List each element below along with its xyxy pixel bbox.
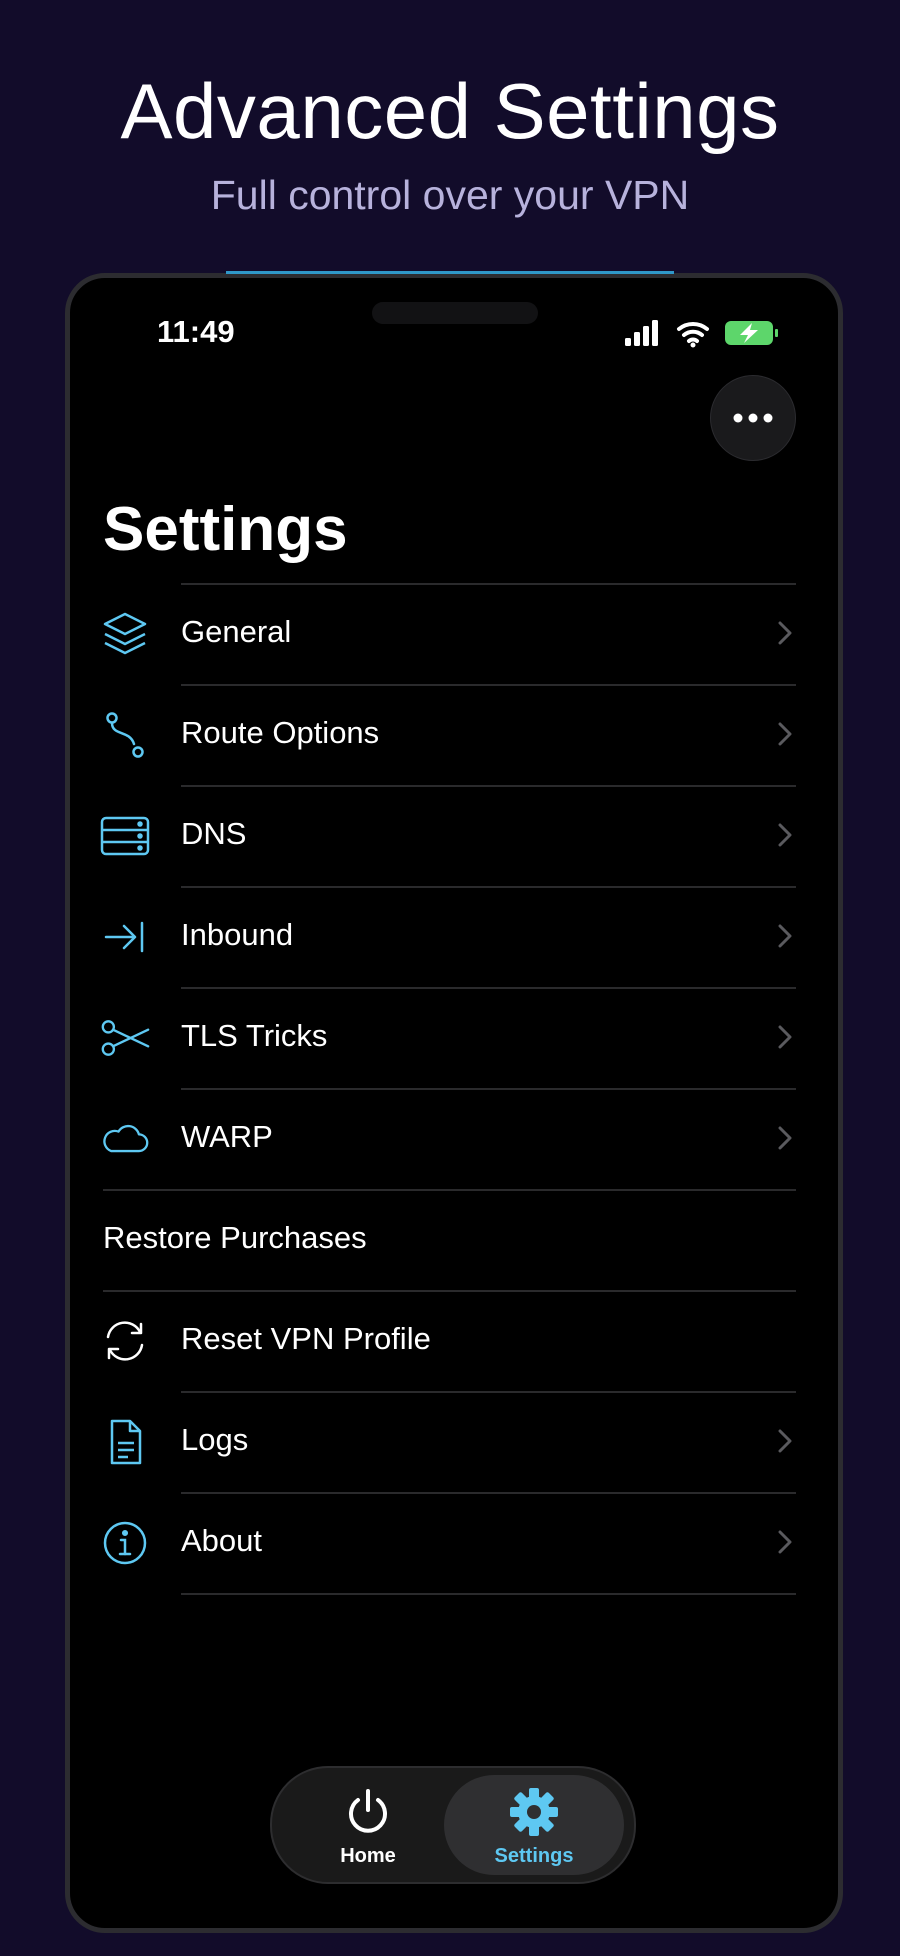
document-icon (110, 1419, 142, 1465)
settings-item-general[interactable]: General (70, 583, 838, 684)
chevron-right-icon (778, 1126, 792, 1150)
settings-item-tls-tricks[interactable]: TLS Tricks (70, 987, 838, 1088)
phone-accent-line (226, 271, 674, 274)
wifi-icon (677, 321, 709, 348)
chevron-right-icon (778, 1429, 792, 1453)
settings-item-label: Logs (181, 1422, 249, 1457)
settings-item-route-options[interactable]: Route Options (70, 684, 838, 785)
chevron-right-icon (778, 621, 792, 645)
chevron-right-icon (778, 1025, 792, 1049)
dynamic-island (372, 302, 538, 324)
settings-item-label: About (181, 1523, 263, 1558)
server-icon (100, 816, 150, 856)
settings-item-label: General (181, 614, 292, 649)
chevron-right-icon (778, 924, 792, 948)
tab-label: Settings (494, 1845, 574, 1867)
arrow-to-line-icon (104, 921, 144, 953)
chevron-right-icon (778, 722, 792, 746)
page-title: Settings (103, 495, 348, 564)
settings-item-label: Reset VPN Profile (181, 1321, 431, 1356)
ellipsis-icon (733, 413, 773, 423)
gear-icon (510, 1788, 558, 1836)
promo-title: Advanced Settings (120, 67, 780, 155)
settings-item-label: Route Options (181, 715, 380, 750)
scissors-icon (101, 1020, 150, 1056)
settings-item-label: Inbound (181, 917, 294, 952)
power-icon (349, 1789, 387, 1833)
status-icons (625, 320, 778, 348)
tab-bar: Home Settings (270, 1766, 636, 1884)
phone-frame: 11:49 Settings General Route Options DNS… (65, 273, 843, 1933)
settings-item-inbound[interactable]: Inbound (70, 886, 838, 987)
settings-item-label: Restore Purchases (103, 1220, 367, 1255)
tab-settings[interactable]: Settings (444, 1775, 624, 1875)
promo-subtitle: Full control over your VPN (210, 172, 690, 218)
settings-item-label: WARP (181, 1119, 273, 1154)
cloud-icon (103, 1124, 149, 1153)
tab-label: Home (340, 1845, 396, 1867)
battery-charging-icon (725, 321, 778, 345)
route-icon (106, 712, 144, 758)
divider (181, 1593, 796, 1595)
chevron-right-icon (778, 1530, 792, 1554)
more-button[interactable] (710, 375, 796, 461)
reset-vpn-profile-button[interactable]: Reset VPN Profile (70, 1290, 838, 1391)
cellular-signal-icon (625, 320, 658, 346)
settings-item-dns[interactable]: DNS (70, 785, 838, 886)
settings-item-logs[interactable]: Logs (70, 1391, 838, 1492)
restore-purchases-button[interactable]: Restore Purchases (70, 1189, 838, 1290)
tab-home[interactable]: Home (288, 1775, 448, 1875)
refresh-icon (106, 1321, 144, 1361)
info-icon (103, 1521, 147, 1565)
chevron-right-icon (778, 823, 792, 847)
settings-item-label: TLS Tricks (181, 1018, 328, 1053)
settings-item-about[interactable]: About (70, 1492, 838, 1593)
settings-item-warp[interactable]: WARP (70, 1088, 838, 1189)
settings-item-label: DNS (181, 816, 247, 851)
layers-icon (103, 612, 147, 655)
status-time: 11:49 (157, 314, 235, 349)
